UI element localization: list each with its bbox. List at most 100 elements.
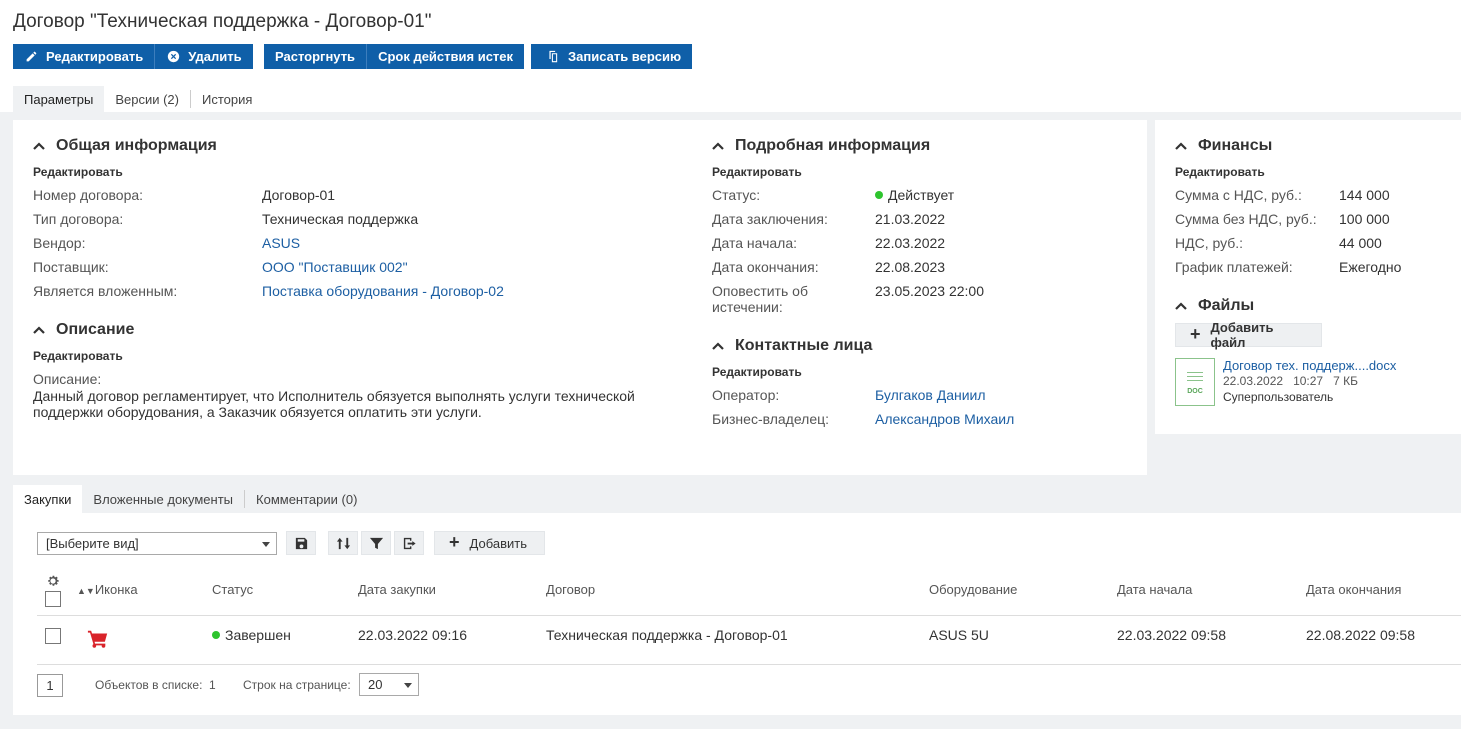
- contacts-edit-link[interactable]: Редактировать: [712, 365, 802, 379]
- tab-purchases[interactable]: Закупки: [13, 485, 83, 513]
- status-value: Действует: [875, 187, 954, 203]
- status-actions-group: Расторгнуть Срок действия истек: [264, 44, 525, 69]
- export-button[interactable]: [394, 531, 424, 555]
- filter-button[interactable]: [361, 531, 391, 555]
- finance-edit-link[interactable]: Редактировать: [1175, 165, 1265, 179]
- files-section-header[interactable]: Файлы: [1175, 297, 1254, 315]
- finance-section-title: Финансы: [1198, 137, 1273, 154]
- rows-per-page-select[interactable]: 20: [359, 673, 419, 696]
- column-icon-header[interactable]: ▲▼Иконка: [77, 582, 138, 597]
- select-all-checkbox[interactable]: [45, 591, 61, 607]
- files-section-title: Файлы: [1198, 297, 1255, 314]
- tab-nested-documents[interactable]: Вложенные документы: [82, 485, 244, 513]
- nested-label: Является вложенным:: [33, 283, 178, 299]
- cart-icon: [87, 628, 109, 650]
- file-doc-icon[interactable]: DOC: [1175, 358, 1215, 406]
- edit-button-label: Редактировать: [46, 49, 144, 64]
- status-text: Действует: [888, 187, 955, 203]
- sum-without-vat-label: Сумма без НДС, руб.:: [1175, 211, 1317, 227]
- main-info-panel: Общая информация Редактировать Номер дог…: [13, 120, 1147, 475]
- file-size: 7 КБ: [1333, 374, 1358, 388]
- save-view-button[interactable]: [286, 531, 316, 555]
- business-owner-link[interactable]: Александров Михаил: [875, 411, 1014, 427]
- status-dot-icon: [875, 191, 883, 199]
- description-edit-link[interactable]: Редактировать: [33, 349, 123, 363]
- tab-parameters[interactable]: Параметры: [13, 86, 105, 112]
- details-edit-link[interactable]: Редактировать: [712, 165, 802, 179]
- delete-button-label: Удалить: [188, 49, 242, 64]
- edit-button[interactable]: Редактировать: [13, 44, 155, 69]
- expired-button[interactable]: Срок действия истек: [366, 44, 525, 69]
- notify-label-line1: Оповестить об: [712, 283, 808, 299]
- operator-link[interactable]: Булгаков Даниил: [875, 387, 986, 403]
- column-status-header[interactable]: Статус: [212, 582, 253, 597]
- filter-icon: [369, 536, 384, 551]
- status-label: Статус:: [712, 187, 761, 203]
- start-date-label: Дата начала:: [712, 235, 798, 251]
- doc-line: [1187, 376, 1203, 377]
- delete-circle-icon: [166, 50, 180, 64]
- chevron-up-icon: [1175, 141, 1187, 151]
- version-group: Записать версию: [531, 44, 693, 69]
- payment-schedule-label: График платежей:: [1175, 259, 1293, 275]
- details-section-header[interactable]: Подробная информация: [712, 137, 930, 155]
- supplier-link[interactable]: ООО "Поставщик 002": [262, 259, 408, 275]
- tab-comments[interactable]: Комментарии (0): [245, 485, 368, 513]
- gear-icon[interactable]: [46, 574, 60, 588]
- tab-versions[interactable]: Версии (2): [104, 86, 190, 112]
- sort-button[interactable]: [328, 531, 358, 555]
- row-status-text: Завершен: [225, 627, 291, 643]
- add-file-button[interactable]: + Добавить файл: [1175, 320, 1322, 350]
- row-start-date: 22.03.2022 09:58: [1117, 627, 1226, 643]
- column-icon-label: Иконка: [94, 582, 138, 597]
- column-equipment-header[interactable]: Оборудование: [929, 582, 1017, 597]
- notify-value: 23.05.2023 22:00: [875, 283, 984, 299]
- parent-contract-link[interactable]: Поставка оборудования - Договор-02: [262, 283, 504, 299]
- file-name-link[interactable]: Договор тех. поддерж....docx: [1223, 358, 1396, 373]
- save-version-button[interactable]: Записать версию: [531, 44, 693, 69]
- tab-history[interactable]: История: [191, 86, 263, 112]
- sort-arrows-icon: ▲▼: [77, 586, 95, 596]
- rows-per-page-value: 20: [368, 677, 383, 692]
- column-contract-header[interactable]: Договор: [546, 582, 595, 597]
- file-meta: 22.03.2022 10:27 7 КБ: [1223, 374, 1358, 388]
- sum-with-vat-value: 144 000: [1339, 187, 1390, 203]
- caret-down-icon: [404, 683, 412, 688]
- contacts-section-header[interactable]: Контактные лица: [712, 337, 872, 355]
- pencil-icon: [24, 50, 38, 64]
- delete-button[interactable]: Удалить: [154, 44, 253, 69]
- column-end-header[interactable]: Дата окончания: [1306, 582, 1401, 597]
- sum-without-vat-value: 100 000: [1339, 211, 1390, 227]
- row-checkbox[interactable]: [45, 628, 61, 644]
- vendor-link[interactable]: ASUS: [262, 235, 300, 251]
- view-select[interactable]: [Выберите вид]: [37, 532, 277, 555]
- row-equipment-link[interactable]: ASUS 5U: [929, 627, 989, 643]
- sort-icon: [336, 536, 351, 551]
- vat-value: 44 000: [1339, 235, 1382, 251]
- objects-count-value: 1: [209, 678, 216, 692]
- row-status: Завершен: [212, 627, 291, 643]
- column-date-header[interactable]: Дата закупки: [358, 582, 436, 597]
- terminate-button[interactable]: Расторгнуть: [264, 44, 367, 69]
- payment-schedule-value: Ежегодно: [1339, 259, 1402, 275]
- vendor-label: Вендор:: [33, 235, 86, 251]
- contract-type-label: Тип договора:: [33, 211, 124, 227]
- finance-section-header[interactable]: Финансы: [1175, 137, 1272, 155]
- description-text-line2: поддержки оборудования, а Заказчик обязу…: [33, 404, 482, 420]
- column-start-header[interactable]: Дата начала: [1117, 582, 1192, 597]
- add-purchase-button[interactable]: + Добавить: [434, 531, 545, 555]
- row-end-date: 22.08.2022 09:58: [1306, 627, 1415, 643]
- row-purchase-date: 22.03.2022 09:16: [358, 627, 467, 643]
- export-icon: [402, 536, 417, 551]
- notify-label-line2: истечении:: [712, 299, 783, 315]
- description-section-header[interactable]: Описание: [33, 321, 134, 339]
- contacts-section-title: Контактные лица: [735, 337, 873, 354]
- general-edit-link[interactable]: Редактировать: [33, 165, 123, 179]
- general-section-header[interactable]: Общая информация: [33, 137, 217, 155]
- page-number-box[interactable]: 1: [37, 674, 63, 697]
- header-divider: [37, 615, 1461, 616]
- add-purchase-label: Добавить: [469, 535, 527, 551]
- row-contract-link[interactable]: Техническая поддержка - Договор-01: [546, 627, 788, 643]
- vat-label: НДС, руб.:: [1175, 235, 1244, 251]
- save-version-label: Записать версию: [568, 49, 682, 64]
